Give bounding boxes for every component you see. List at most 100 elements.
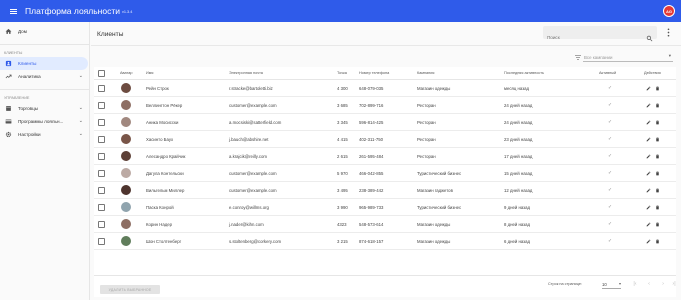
row-checkbox[interactable] <box>98 182 105 198</box>
client-name: Хасинто Баух <box>146 136 174 142</box>
edit-icon[interactable] <box>646 120 651 125</box>
edit-icon[interactable] <box>646 171 651 176</box>
edit-icon[interactable] <box>646 239 651 244</box>
client-name: Вильгельм Миллер <box>146 187 185 193</box>
table-row[interactable]: Алесандро Крайчик a.krajcik@reilly.com 2 6… <box>94 148 676 165</box>
delete-icon[interactable] <box>655 103 660 108</box>
client-campaign: Магазин гаджетов <box>417 187 453 193</box>
client-email: a.mocsiski@satterfield.com <box>229 119 282 125</box>
table-row[interactable]: Шон Столтенберг s.stoltenberg@corkery.com… <box>94 233 676 250</box>
store-icon <box>4 105 12 113</box>
menu-icon[interactable] <box>5 0 21 22</box>
client-last-activity: 23 дней назад <box>504 136 533 142</box>
client-name: Аника Мосисски <box>146 119 179 125</box>
table-row[interactable]: Веллингтон Рёкер customer@example.com 3 68… <box>94 97 676 114</box>
client-points: 3 685 <box>337 102 348 108</box>
avatar-image <box>121 100 131 110</box>
sidebar-item-label: Клиенты <box>18 61 37 66</box>
user-avatar[interactable]: AG <box>663 5 675 17</box>
client-email: s.stoltenberg@corkery.com <box>229 238 282 244</box>
check-icon: ✓ <box>608 85 613 91</box>
client-phone: 402-311-750 <box>359 136 384 142</box>
row-checkbox[interactable] <box>98 131 105 147</box>
avatar <box>121 182 131 198</box>
column-header-phone[interactable]: Номер телефона <box>359 67 389 79</box>
avatar <box>121 165 131 181</box>
column-header-campaign[interactable]: Кампания <box>417 67 434 79</box>
edit-icon[interactable] <box>646 103 651 108</box>
client-name: Веллингтон Рёкер <box>146 102 183 108</box>
table-row[interactable]: Паска Конрой e.conroy@willms.org 3 990 965-… <box>94 199 676 216</box>
client-campaign: Магазин одежды <box>417 221 451 227</box>
card-icon <box>4 118 12 126</box>
edit-icon[interactable] <box>646 137 651 142</box>
delete-selected-button[interactable]: УДАЛИТЬ ВЫБРАННОЕ <box>100 285 160 294</box>
delete-icon[interactable] <box>655 205 660 210</box>
column-header-name[interactable]: Имя <box>146 67 153 79</box>
next-page-icon[interactable]: › <box>658 278 668 290</box>
delete-icon[interactable] <box>655 86 660 91</box>
client-name: Алесандро Крайчик <box>146 153 186 159</box>
client-phone: 702-899-716 <box>359 102 384 108</box>
table-row[interactable]: Вильгельм Миллер customer@example.com 3 49… <box>94 182 676 199</box>
table-row[interactable]: Корин Надер j.nader@kihn.com 4323 548-573-6… <box>94 216 676 233</box>
sidebar-item-stores[interactable]: Торговцы ⌄ <box>0 102 89 115</box>
client-last-activity: 12 дней назад <box>504 187 533 193</box>
campaign-filter[interactable]: Все кампании ▾ <box>575 52 673 62</box>
column-header-email[interactable]: Электронная почта <box>229 67 263 79</box>
client-points: 4323 <box>337 221 347 227</box>
client-phone: 238-389-442 <box>359 187 384 193</box>
row-checkbox[interactable] <box>98 199 105 215</box>
row-checkbox[interactable] <box>98 233 105 249</box>
edit-icon[interactable] <box>646 154 651 159</box>
delete-icon[interactable] <box>655 239 660 244</box>
chevron-down-icon: ⌄ <box>78 73 83 79</box>
sidebar-item-settings[interactable]: Настройки ⌄ <box>0 128 89 141</box>
row-actions <box>646 182 660 198</box>
sidebar-item-programs[interactable]: Программы лояльн... ⌄ <box>0 115 89 128</box>
rows-per-page-select[interactable]: 10 ▾ <box>602 278 621 290</box>
client-name: Корин Надер <box>146 221 173 227</box>
prev-page-icon[interactable]: ‹ <box>644 278 654 290</box>
row-checkbox[interactable] <box>98 114 105 130</box>
row-actions <box>646 148 660 164</box>
client-phone: 596-814-425 <box>359 119 384 125</box>
row-checkbox[interactable] <box>98 148 105 164</box>
table-row[interactable]: Хасинто Баух j.bauch@abshire.net 4 415 402-… <box>94 131 676 148</box>
search-field[interactable] <box>543 26 657 44</box>
column-header-active[interactable]: Активный <box>599 67 616 79</box>
table-row[interactable]: Аника Мосисски a.mocsiski@satterfield.com… <box>94 114 676 131</box>
row-checkbox[interactable] <box>98 97 105 113</box>
more-vert-icon[interactable] <box>664 27 672 38</box>
first-page-icon[interactable]: |‹ <box>630 278 640 290</box>
delete-icon[interactable] <box>655 154 660 159</box>
delete-icon[interactable] <box>655 171 660 176</box>
row-actions <box>646 114 660 130</box>
sidebar-item-analytics[interactable]: Аналитика ⌄ <box>0 70 89 83</box>
gear-icon <box>4 131 12 139</box>
row-checkbox[interactable] <box>98 165 105 181</box>
client-email: customer@example.com <box>229 102 277 108</box>
select-all-checkbox[interactable] <box>98 67 105 79</box>
client-last-activity: 24 дней назад <box>504 102 533 108</box>
column-header-last-activity[interactable]: Последняя активность <box>504 67 544 79</box>
delete-icon[interactable] <box>655 222 660 227</box>
delete-icon[interactable] <box>655 120 660 125</box>
edit-icon[interactable] <box>646 205 651 210</box>
table-row[interactable]: Рейн Строк r.stracke@bartoletti.biz 4 300 6… <box>94 80 676 97</box>
column-header-points[interactable]: Точка <box>337 67 347 79</box>
delete-icon[interactable] <box>655 188 660 193</box>
delete-icon[interactable] <box>655 137 660 142</box>
sidebar-item-clients[interactable]: Клиенты <box>0 57 88 70</box>
table-row[interactable]: Дагула Контельски customer@example.com 5 9… <box>94 165 676 182</box>
client-last-activity: 9 дней назад <box>504 204 531 210</box>
edit-icon[interactable] <box>646 86 651 91</box>
edit-icon[interactable] <box>646 188 651 193</box>
check-icon: ✓ <box>608 170 613 176</box>
search-input[interactable] <box>543 31 643 44</box>
row-checkbox[interactable] <box>98 216 105 232</box>
sidebar-item-home[interactable]: Дом <box>0 25 89 38</box>
last-page-icon[interactable]: ›| <box>669 278 679 290</box>
row-checkbox[interactable] <box>98 80 105 96</box>
edit-icon[interactable] <box>646 222 651 227</box>
